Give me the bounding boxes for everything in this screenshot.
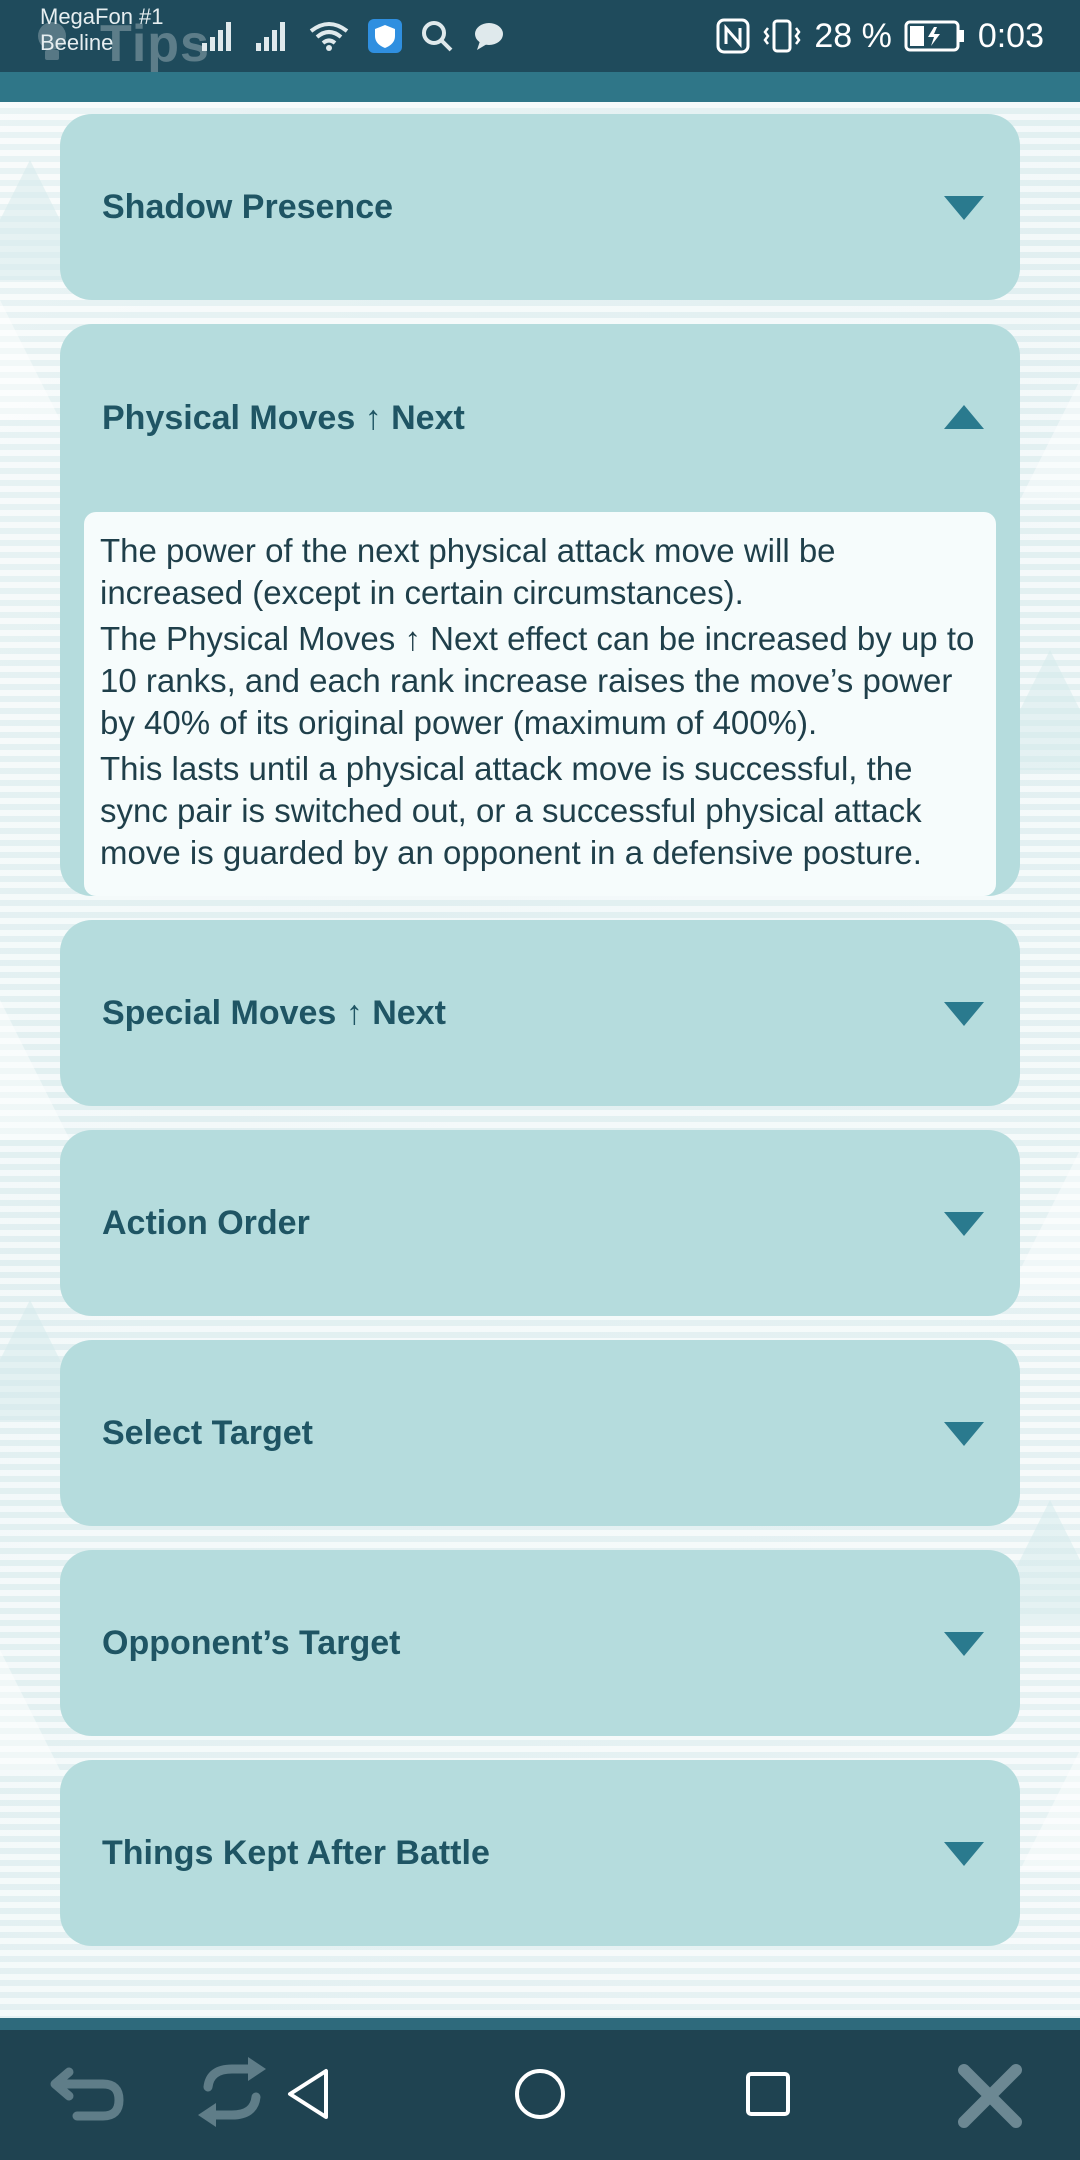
accordion-item-shadow-presence: Shadow Presence [60, 114, 1020, 300]
chevron-down-icon [944, 1002, 984, 1026]
accordion-item-select-target: Select Target [60, 1340, 1020, 1526]
tips-accordion: Shadow Presence Physical Moves ↑ Next Th… [60, 114, 1020, 1970]
status-icons-right: 28 % 0:03 [716, 12, 1044, 60]
accordion-item-things-kept-after-battle: Things Kept After Battle [60, 1760, 1020, 1946]
content-paragraph: The Physical Moves ↑ Next effect can be … [100, 620, 975, 741]
accordion-title: Physical Moves ↑ Next [102, 398, 465, 437]
accordion-header[interactable]: Select Target [60, 1340, 1020, 1526]
accordion-title: Things Kept After Battle [102, 1833, 490, 1872]
chevron-down-icon [944, 1632, 984, 1656]
status-icons-left [200, 14, 506, 58]
bottom-bar-edge [0, 2018, 1080, 2030]
accordion-header[interactable]: Things Kept After Battle [60, 1760, 1020, 1946]
nav-home-icon [515, 2069, 565, 2119]
clock: 0:03 [977, 16, 1044, 55]
chevron-down-icon [944, 1422, 984, 1446]
accordion-item-opponents-target: Opponent’s Target [60, 1550, 1020, 1736]
shield-icon [368, 19, 402, 53]
carrier-2-label: Beeline [40, 30, 114, 55]
back-arrow-icon [50, 2067, 124, 2121]
accordion-header[interactable]: Special Moves ↑ Next [60, 920, 1020, 1106]
nav-back-button[interactable] [280, 2066, 336, 2122]
accordion-title: Shadow Presence [102, 187, 394, 226]
accordion-title: Select Target [102, 1413, 314, 1452]
accordion-content: The power of the next physical attack mo… [84, 512, 996, 896]
chevron-up-icon [944, 405, 984, 429]
carrier-1-label: MegaFon #1 [40, 4, 164, 29]
accordion-title: Special Moves ↑ Next [102, 993, 446, 1032]
accordion-item-action-order: Action Order [60, 1130, 1020, 1316]
accordion-title: Opponent’s Target [102, 1623, 401, 1662]
content-paragraph: This lasts until a physical attack move … [100, 750, 922, 871]
search-icon [422, 21, 453, 52]
chat-icon [475, 23, 503, 50]
battery-icon [904, 20, 964, 52]
vibrate-icon [763, 19, 801, 53]
accordion-item-physical-moves-next: Physical Moves ↑ Next The power of the n… [60, 324, 1020, 896]
chevron-down-icon [944, 1842, 984, 1866]
signal-icon [202, 22, 231, 51]
nav-home-button[interactable] [512, 2066, 568, 2122]
signal-icon [256, 22, 285, 51]
accordion-header[interactable]: Action Order [60, 1130, 1020, 1316]
close-icon [958, 2064, 1022, 2128]
nav-recents-button[interactable] [742, 2068, 794, 2120]
accordion-item-special-moves-next: Special Moves ↑ Next [60, 920, 1020, 1106]
chevron-down-icon [944, 196, 984, 220]
nav-recents-icon [746, 2072, 790, 2116]
accordion-header[interactable]: Opponent’s Target [60, 1550, 1020, 1736]
wifi-icon [309, 22, 349, 51]
accordion-title: Action Order [102, 1203, 310, 1242]
header-strip [0, 72, 1080, 102]
carrier-labels: MegaFon #1 Beeline [40, 4, 164, 56]
back-arrow-button[interactable] [44, 2056, 130, 2126]
refresh-button[interactable] [192, 2056, 272, 2128]
content-paragraph: The power of the next physical attack mo… [100, 532, 836, 611]
accordion-header[interactable]: Shadow Presence [60, 114, 1020, 300]
accordion-header[interactable]: Physical Moves ↑ Next [60, 324, 1020, 512]
battery-percent: 28 % [814, 16, 892, 55]
refresh-icon [198, 2057, 266, 2127]
close-button[interactable] [950, 2056, 1030, 2136]
status-bar: Tips MegaFon #1 Beeline 28 % 0:03 [0, 0, 1080, 73]
nav-back-icon [288, 2069, 328, 2119]
chevron-down-icon [944, 1212, 984, 1236]
nfc-icon [716, 18, 750, 54]
